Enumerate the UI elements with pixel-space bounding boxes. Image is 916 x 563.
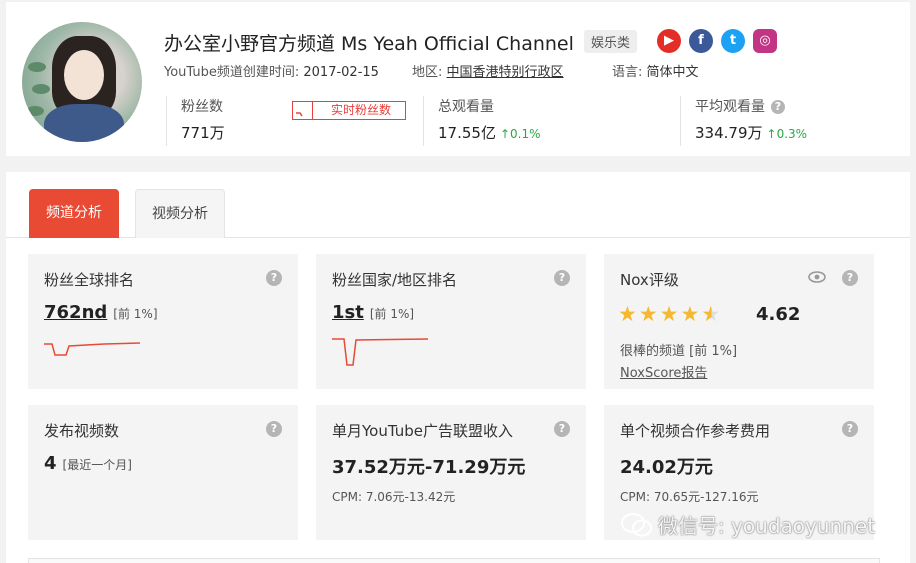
avg-views-change: ↑0.3% xyxy=(766,127,808,141)
category-badge[interactable]: 娱乐类 xyxy=(584,30,638,53)
card-title: 粉丝国家/地区排名 xyxy=(332,271,458,289)
card-title: 单月YouTube广告联盟收入 xyxy=(332,422,513,440)
region-link[interactable]: 中国香港特别行政区 xyxy=(447,65,564,80)
card-title: Nox评级 xyxy=(620,271,679,289)
analysis-panel: 频道分析 视频分析 粉丝全球排名 ? 762nd [前 1%] 粉丝国家/地区排名… xyxy=(6,172,910,563)
avg-views-label: 平均观看量 xyxy=(695,99,765,115)
ad-income-cpm: CPM: 7.06元-13.42元 xyxy=(332,490,456,504)
eye-icon[interactable] xyxy=(808,270,826,284)
views-stat: 总观看量 17.55亿 ↑0.1% xyxy=(423,96,541,146)
fans-value: 771万 xyxy=(181,124,225,142)
tab-video-analysis[interactable]: 视频分析 xyxy=(135,189,225,238)
country-rank-value[interactable]: 1st xyxy=(332,302,364,323)
global-rank-sparkline xyxy=(44,342,141,356)
star-icon: ★ xyxy=(638,302,658,326)
country-rank-sparkline xyxy=(332,338,429,366)
youtube-icon[interactable]: ▶ xyxy=(657,29,681,53)
country-rank-card: 粉丝国家/地区排名 ? 1st [前 1%] xyxy=(316,254,586,389)
rating-stars: ★★★★★ xyxy=(618,302,722,326)
instagram-icon[interactable]: ◎ xyxy=(753,29,777,53)
wechat-icon xyxy=(621,513,652,537)
videos-count-card: 发布视频数 ? 4 [最近一个月] xyxy=(28,405,298,540)
nox-score: 4.62 xyxy=(756,304,801,325)
fans-stat: 粉丝数 771万 xyxy=(166,96,225,146)
tab-channel-analysis[interactable]: 频道分析 xyxy=(29,189,119,238)
live-fans-button[interactable]: 实时粉丝数 xyxy=(292,101,406,120)
ad-income-card: 单月YouTube广告联盟收入 ? 37.52万元-71.29万元 CPM: 7… xyxy=(316,405,586,540)
card-title: 发布视频数 xyxy=(44,422,120,440)
help-icon[interactable]: ? xyxy=(266,421,282,437)
help-icon[interactable]: ? xyxy=(266,270,282,286)
twitter-icon[interactable]: t xyxy=(721,29,745,53)
channel-title: 办公室小野官方频道 Ms Yeah Official Channel xyxy=(164,33,574,55)
views-label: 总观看量 xyxy=(438,99,494,115)
help-icon[interactable]: ? xyxy=(554,270,570,286)
help-icon[interactable]: ? xyxy=(842,421,858,437)
collab-fee-cpm: CPM: 70.65元-127.16元 xyxy=(620,490,759,504)
star-icon: ★ xyxy=(618,302,637,326)
noxscore-report-link[interactable]: NoxScore报告 xyxy=(620,362,707,381)
views-value: 17.55亿 xyxy=(438,124,496,142)
star-icon: ★ xyxy=(680,302,700,326)
region: 地区: 中国香港特别行政区 xyxy=(412,65,564,80)
global-rank-card: 粉丝全球排名 ? 762nd [前 1%] xyxy=(28,254,298,389)
live-chart-icon xyxy=(293,102,313,119)
global-rank-pct: [前 1%] xyxy=(113,307,158,321)
facebook-icon[interactable]: f xyxy=(689,29,713,53)
wechat-watermark: 微信号: youdaoyunnet xyxy=(620,510,875,539)
videos-count-value: 4 xyxy=(44,453,57,474)
avg-views-stat: 平均观看量? 334.79万 ↑0.3% xyxy=(680,96,807,146)
card-title: 粉丝全球排名 xyxy=(44,271,135,289)
language: 语言: 简体中文 xyxy=(612,65,699,80)
global-rank-value[interactable]: 762nd xyxy=(44,302,107,323)
star-icon: ★ xyxy=(659,302,679,326)
help-icon[interactable]: ? xyxy=(771,100,785,114)
ad-income-value: 37.52万元-71.29万元 xyxy=(332,457,526,478)
fans-label: 粉丝数 xyxy=(181,99,223,115)
card-title: 单个视频合作参考费用 xyxy=(620,422,771,440)
channel-avatar[interactable] xyxy=(22,22,142,142)
views-change: ↑0.1% xyxy=(499,127,541,141)
half-star-icon: ★ xyxy=(701,302,721,326)
help-icon[interactable]: ? xyxy=(554,421,570,437)
country-rank-pct: [前 1%] xyxy=(369,307,415,321)
tab-bar: 频道分析 视频分析 xyxy=(6,172,910,238)
help-icon[interactable]: ? xyxy=(842,270,858,286)
avg-views-value: 334.79万 xyxy=(695,124,763,142)
nox-rating-card: Nox评级 ? ★★★★★ 4.62 很棒的频道 [前 1%] NoxScore… xyxy=(604,254,874,389)
created-date: YouTube频道创建时间: 2017-02-15 xyxy=(164,65,379,80)
videos-count-suffix: [最近一个月] xyxy=(62,458,132,472)
next-section-edge xyxy=(28,558,880,563)
nox-desc: 很棒的频道 [前 1%] xyxy=(620,344,738,359)
collab-fee-value: 24.02万元 xyxy=(620,457,713,478)
channel-header: 办公室小野官方频道 Ms Yeah Official Channel 娱乐类 ▶… xyxy=(6,2,910,156)
